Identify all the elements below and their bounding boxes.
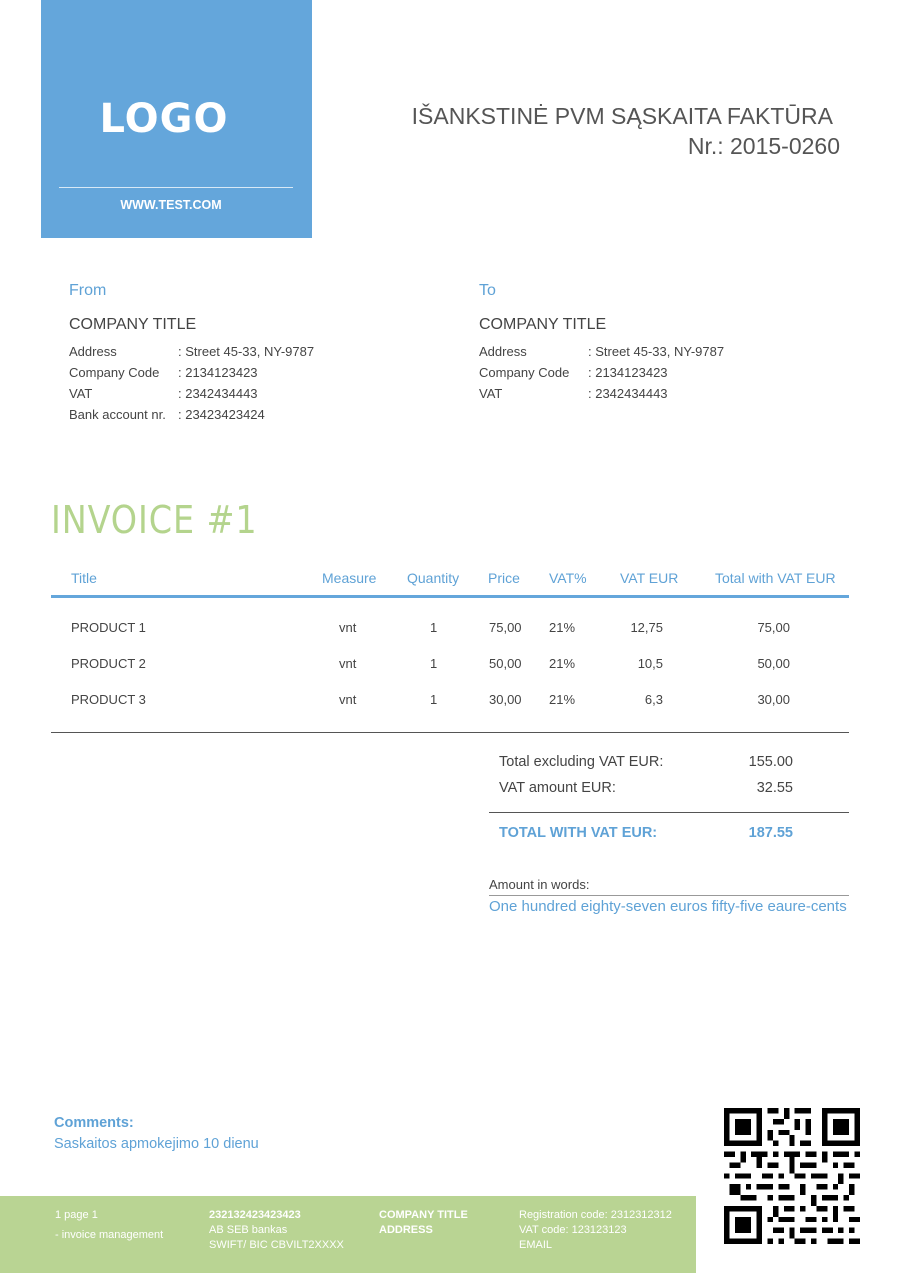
to-company: COMPANY TITLE [479,316,607,333]
row-value: : Street 45-33, NY-9787 [178,344,315,359]
row-label: VAT [69,386,93,401]
table-bottom-rule [51,732,849,733]
col-header-vat-eur: VAT EUR [620,570,679,586]
col-header-total: Total with VAT EUR [715,570,836,586]
col-header-title: Title [71,570,97,586]
row-value: : Street 45-33, NY-9787 [588,344,725,359]
bank-swift: SWIFT/ BIC CBVILT2XXXX [209,1239,344,1251]
amount-in-words-label: Amount in words: [489,877,590,892]
cell-vat-percent: 21% [549,620,576,635]
total-excl-vat-value: 155.00 [748,754,793,770]
row-value: : 2342434443 [178,386,258,401]
to-details: Address : Street 45-33, NY-9787 Company … [479,341,724,404]
comments-label: Comments: [54,1115,134,1131]
grand-total-label: TOTAL WITH VAT EUR: [499,825,658,841]
logo: LOGO [99,96,229,142]
cell-measure: vnt [339,692,357,707]
cell-title: PRODUCT 2 [71,656,146,671]
page-counter: 1 page 1 [55,1209,98,1221]
row-value: : 2342434443 [588,386,668,401]
bank-account-number: 232132423423423 [209,1209,301,1221]
row-label: Company Code [479,365,570,380]
from-row-vat: VAT : 2342434443 [69,383,314,404]
footer-address: ADDRESS [379,1224,433,1236]
footer: 1 page 1 - invoice management 2321324234… [0,1196,696,1273]
cell-total: 30,00 [757,692,790,707]
document-number: Nr.: 2015-0260 [687,133,840,159]
to-row-vat: VAT : 2342434443 [479,383,724,404]
from-row-company-code: Company Code : 2134123423 [69,362,314,383]
cell-total: 50,00 [757,656,790,671]
footer-tagline: - invoice management [55,1229,164,1241]
row-label: Address [479,344,527,359]
row-value: : 2134123423 [588,365,668,380]
table-header-rule [51,595,849,598]
from-row-bank-account: Bank account nr. : 23423423424 [69,404,314,425]
document-title: IŠANKSTINĖ PVM SĄSKAITA FAKTŪRA [411,103,833,129]
footer-col-codes: Registration code: 2312312312 VAT code: … [519,1208,672,1253]
grand-total-value: 187.55 [748,825,793,841]
col-header-price: Price [488,570,520,586]
logo-block: LOGO WWW.TEST.COM [41,0,312,238]
cell-price: 30,00 [489,692,522,707]
cell-measure: vnt [339,620,357,635]
footer-col-bank: 232132423423423 AB SEB bankas SWIFT/ BIC… [209,1208,344,1253]
footer-email: EMAIL [519,1239,553,1251]
comments-value: Saskaitos apmokejimo 10 dienu [54,1136,259,1152]
cell-price: 75,00 [489,620,522,635]
from-row-address: Address : Street 45-33, NY-9787 [69,341,314,362]
cell-vat-eur: 6,3 [644,692,663,707]
footer-col-pages: 1 page 1 - invoice management [55,1208,163,1243]
from-heading: From [69,282,107,299]
cell-vat-eur: 10,5 [637,656,663,671]
to-row-company-code: Company Code : 2134123423 [479,362,724,383]
col-header-vat-percent: VAT% [549,570,587,586]
cell-vat-percent: 21% [549,692,576,707]
invoice-title: INVOICE #1 [51,498,258,542]
cell-quantity: 1 [430,620,438,635]
totals-rule [489,812,849,813]
cell-quantity: 1 [430,656,438,671]
logo-divider [59,187,293,188]
cell-vat-eur: 12,75 [630,620,663,635]
row-value: : 23423423424 [178,407,265,422]
to-row-address: Address : Street 45-33, NY-9787 [479,341,724,362]
bank-name: AB SEB bankas [209,1224,288,1236]
amount-in-words-rule [489,895,849,896]
cell-vat-percent: 21% [549,656,576,671]
from-company: COMPANY TITLE [69,316,197,333]
cell-title: PRODUCT 3 [71,692,146,707]
row-label: VAT [479,386,503,401]
amount-in-words-value: One hundred eighty-seven euros fifty-fiv… [489,898,847,915]
registration-code: Registration code: 2312312312 [519,1209,672,1221]
vat-amount-label: VAT amount EUR: [499,780,616,796]
vat-code: VAT code: 123123123 [519,1224,627,1236]
row-value: : 2134123423 [178,365,258,380]
footer-company-title: COMPANY TITLE [379,1209,468,1221]
vat-amount-value: 32.55 [756,780,793,796]
cell-price: 50,00 [489,656,522,671]
footer-col-company: COMPANY TITLE ADDRESS [379,1208,468,1238]
from-details: Address : Street 45-33, NY-9787 Company … [69,341,314,425]
col-header-quantity: Quantity [407,570,460,586]
total-excl-vat-label: Total excluding VAT EUR: [499,754,664,770]
row-label: Bank account nr. [69,407,166,422]
row-label: Company Code [69,365,160,380]
cell-total: 75,00 [757,620,790,635]
cell-title: PRODUCT 1 [71,620,146,635]
col-header-measure: Measure [322,570,377,586]
to-heading: To [479,282,496,299]
qr-code-icon [724,1108,860,1244]
cell-measure: vnt [339,656,357,671]
cell-quantity: 1 [430,692,438,707]
website-url[interactable]: WWW.TEST.COM [41,198,301,212]
row-label: Address [69,344,117,359]
